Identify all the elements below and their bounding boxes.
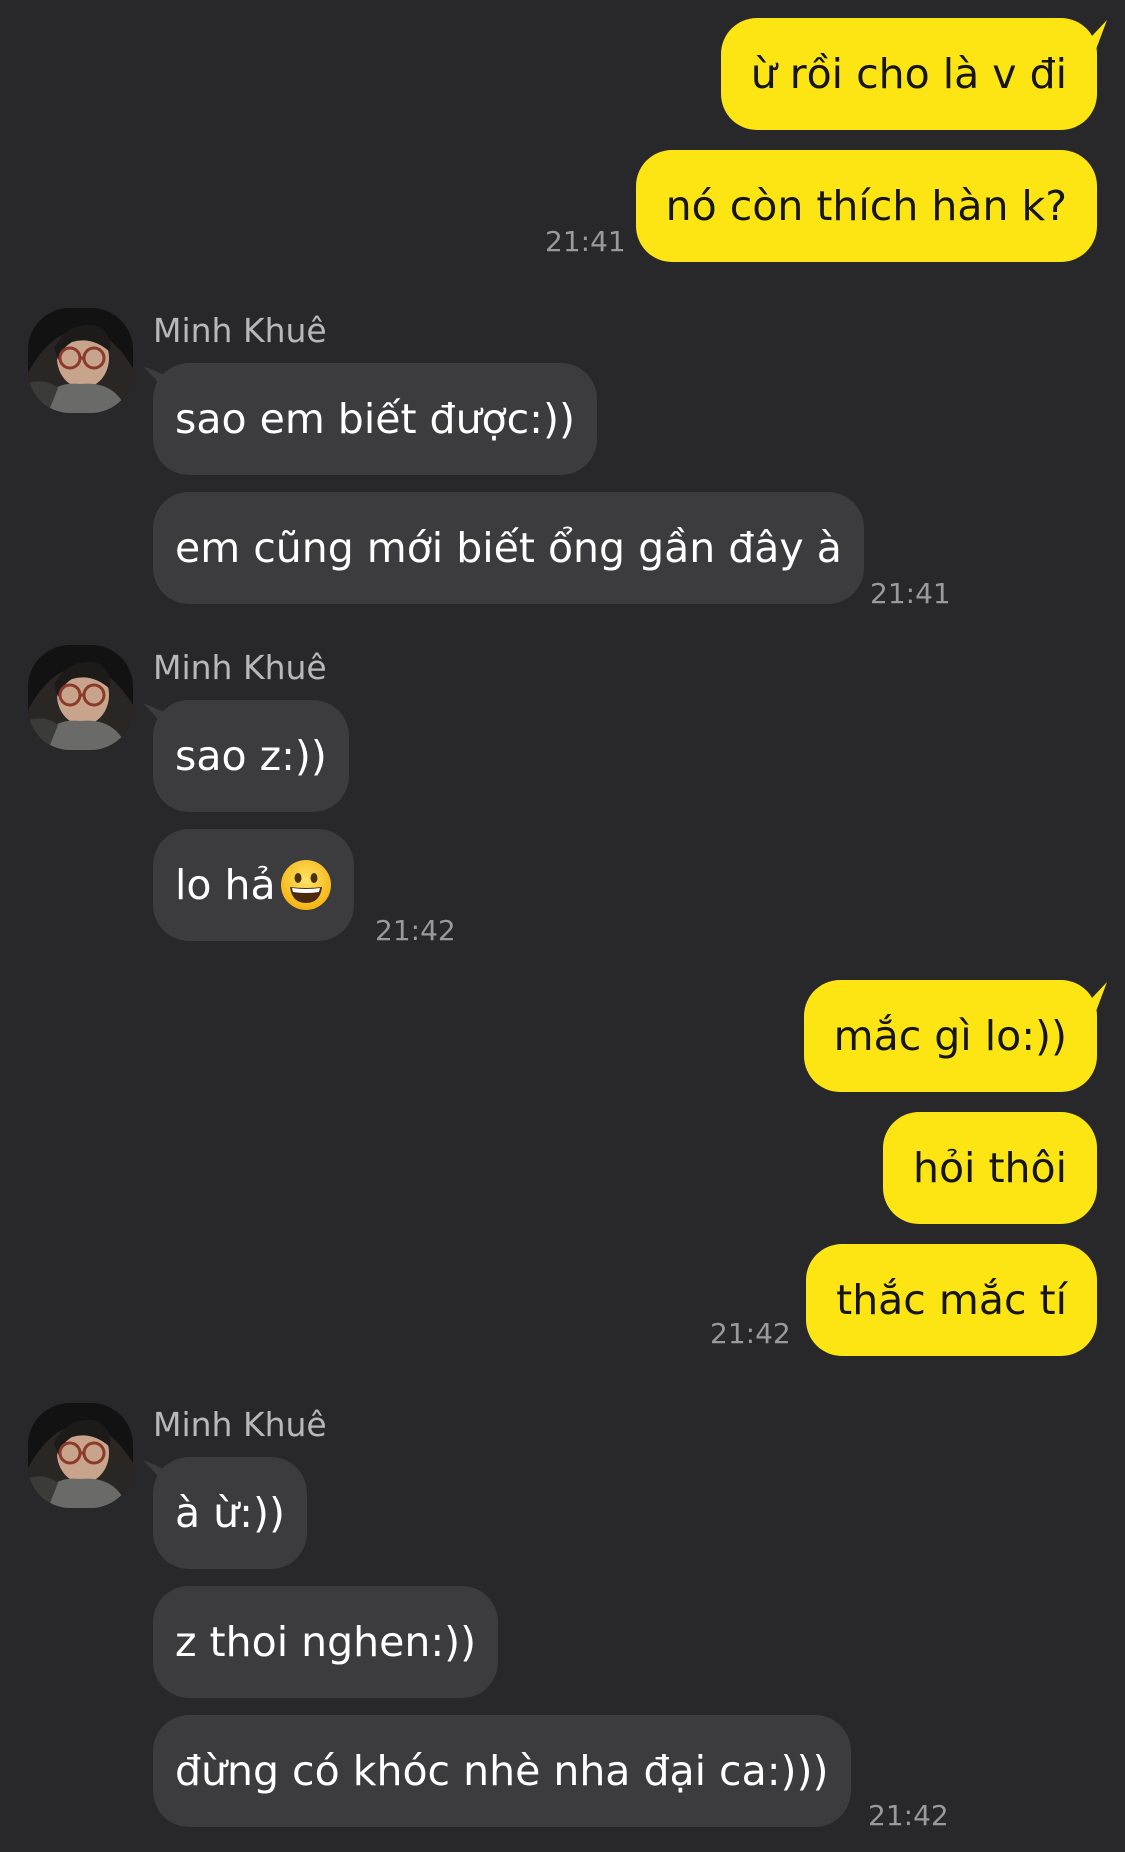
message-text: thắc mắc tí bbox=[836, 1275, 1067, 1324]
message-bubble-incoming[interactable]: lo hả bbox=[153, 829, 354, 941]
sender-name: Minh Khuê bbox=[153, 648, 327, 687]
message-timestamp: 21:42 bbox=[868, 1799, 949, 1832]
message-text: à ừ:)) bbox=[175, 1488, 285, 1537]
avatar-photo bbox=[28, 308, 133, 413]
avatar[interactable] bbox=[28, 1403, 133, 1508]
message-text: sao z:)) bbox=[175, 731, 327, 780]
chat-thread: ừ rồi cho là v đi nó còn thích hàn k? 21… bbox=[0, 0, 1125, 1852]
sender-name: Minh Khuê bbox=[153, 1405, 327, 1444]
message-text: lo hả bbox=[175, 860, 276, 909]
avatar[interactable] bbox=[28, 308, 133, 413]
message-bubble-incoming[interactable]: sao em biết được:)) bbox=[153, 363, 597, 475]
message-bubble-outgoing[interactable]: thắc mắc tí bbox=[806, 1244, 1097, 1356]
message-bubble-outgoing[interactable]: mắc gì lo:)) bbox=[803, 980, 1097, 1092]
message-text: em cũng mới biết ổng gần đây à bbox=[175, 523, 842, 572]
message-text: z thoi nghen:)) bbox=[175, 1617, 477, 1666]
message-timestamp: 21:41 bbox=[870, 577, 951, 610]
message-bubble-outgoing[interactable]: ừ rồi cho là v đi bbox=[720, 18, 1097, 130]
message-timestamp: 21:42 bbox=[375, 914, 456, 947]
message-timestamp: 21:41 bbox=[545, 225, 626, 258]
message-bubble-outgoing[interactable]: nó còn thích hàn k? bbox=[635, 150, 1097, 262]
message-text: nó còn thích hàn k? bbox=[665, 181, 1067, 230]
message-text: đừng có khóc nhè nha đại ca:))) bbox=[175, 1746, 829, 1795]
sender-name: Minh Khuê bbox=[153, 311, 327, 350]
avatar-photo bbox=[28, 1403, 133, 1508]
message-bubble-incoming[interactable]: z thoi nghen:)) bbox=[153, 1586, 499, 1698]
message-text: sao em biết được:)) bbox=[175, 394, 575, 443]
message-bubble-incoming[interactable]: sao z:)) bbox=[153, 700, 349, 812]
message-bubble-outgoing[interactable]: hỏi thôi bbox=[882, 1112, 1097, 1224]
message-timestamp: 21:42 bbox=[710, 1317, 791, 1350]
message-text: ừ rồi cho là v đi bbox=[750, 49, 1067, 98]
avatar[interactable] bbox=[28, 645, 133, 750]
message-bubble-incoming[interactable]: đừng có khóc nhè nha đại ca:))) bbox=[153, 1715, 851, 1827]
message-bubble-incoming[interactable]: em cũng mới biết ổng gần đây à bbox=[153, 492, 864, 604]
message-text: mắc gì lo:)) bbox=[833, 1011, 1067, 1060]
message-text: hỏi thôi bbox=[912, 1143, 1067, 1192]
message-bubble-incoming[interactable]: à ừ:)) bbox=[153, 1457, 307, 1569]
grinning-face-icon bbox=[280, 859, 332, 911]
avatar-photo bbox=[28, 645, 133, 750]
